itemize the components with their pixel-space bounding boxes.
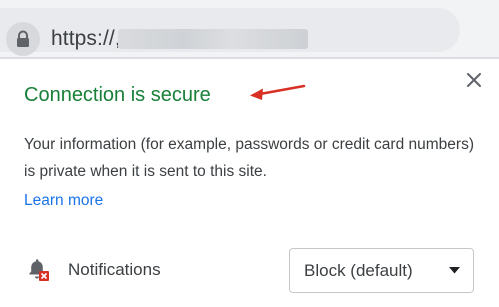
close-icon <box>467 73 481 87</box>
address-bar: https://, <box>0 0 499 58</box>
connection-description: Your information (for example, passwords… <box>24 136 474 180</box>
close-button[interactable] <box>460 66 488 94</box>
url-text[interactable]: https://, <box>51 27 121 51</box>
notifications-select-value: Block (default) <box>304 261 413 280</box>
site-info-button[interactable] <box>6 22 40 56</box>
annotation-arrow-icon <box>250 84 306 100</box>
chevron-down-icon <box>449 267 460 274</box>
redacted-url-region <box>118 29 308 49</box>
popup-top-border <box>0 58 499 59</box>
notifications-label: Notifications <box>68 260 161 279</box>
learn-more-link[interactable]: Learn more <box>24 192 103 210</box>
notifications-permission-select[interactable]: Block (default) <box>289 248 474 293</box>
omnibox-field[interactable]: https://, <box>0 8 460 56</box>
bell-blocked-icon <box>29 259 49 281</box>
connection-status-title: Connection is secure <box>24 84 211 106</box>
lock-icon <box>17 30 29 47</box>
